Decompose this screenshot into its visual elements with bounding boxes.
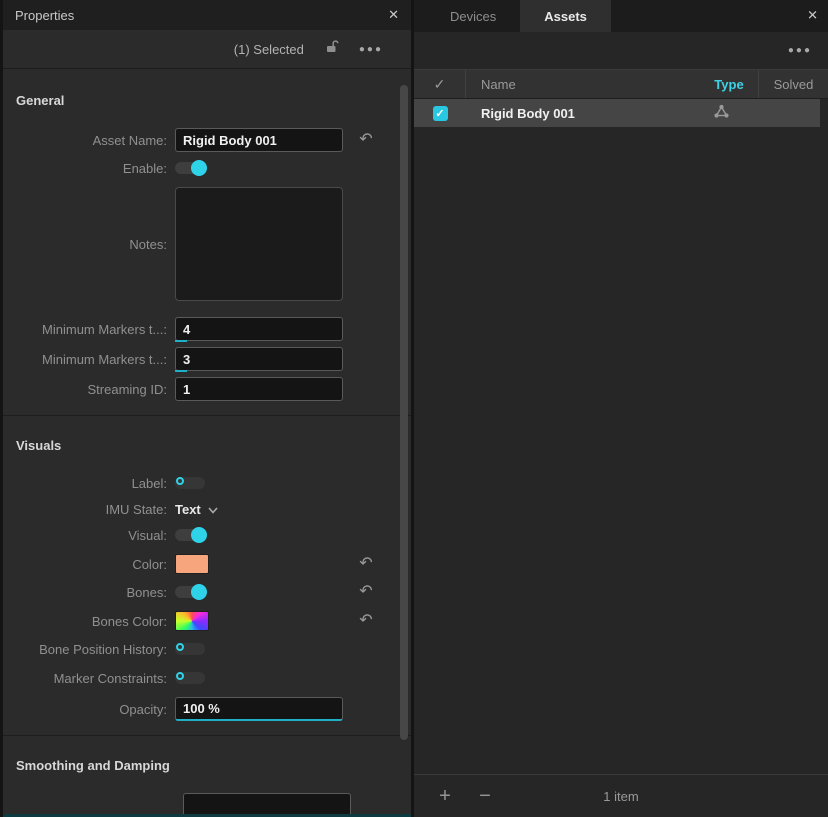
properties-content: General Asset Name: ↶ Enable: Notes: (3, 69, 411, 814)
section-visuals: Visuals (16, 438, 411, 453)
bone-position-history-toggle[interactable] (175, 643, 205, 655)
imu-state-row: IMU State: Text (3, 502, 411, 517)
color-label: Color: (5, 557, 175, 572)
section-smoothing: Smoothing and Damping (16, 758, 411, 773)
toggle-knob (176, 477, 184, 485)
asset-name-row: Asset Name: ↶ (3, 128, 411, 152)
bones-color-row: Bones Color: ↶ (3, 611, 411, 631)
marker-constraints-toggle[interactable] (175, 672, 205, 684)
opacity-label: Opacity: (5, 702, 175, 717)
close-icon[interactable]: ✕ (388, 8, 399, 23)
asset-name-input[interactable] (175, 128, 343, 152)
notes-row: Notes: (3, 187, 411, 301)
label-toggle-label: Label: (5, 476, 175, 491)
min-markers-boot-input[interactable] (175, 317, 343, 341)
min-markers-track-row: Minimum Markers t...: (3, 347, 411, 371)
properties-subheader: (1) Selected ●●● (3, 30, 411, 69)
visual-toggle-label: Visual: (5, 528, 175, 543)
assets-list-empty-area (414, 127, 828, 774)
assets-toolbar: ●●● (414, 32, 828, 69)
bones-row: Bones: ↶ (3, 582, 411, 602)
section-divider (3, 415, 411, 416)
row-checkbox[interactable]: ✓ (433, 106, 448, 121)
smoothing-partial-input[interactable] (183, 793, 351, 814)
visual-row: Visual: (3, 525, 411, 545)
streaming-id-label: Streaming ID: (5, 382, 175, 397)
section-divider (3, 735, 411, 736)
enable-toggle[interactable] (175, 162, 205, 174)
assets-footer: + − 1 item (414, 774, 828, 817)
bone-position-history-row: Bone Position History: (3, 639, 411, 659)
toggle-knob (191, 527, 207, 543)
min-markers-boot-row: Minimum Markers t...: (3, 317, 411, 341)
imu-state-label: IMU State: (5, 502, 175, 517)
marker-constraints-label: Marker Constraints: (5, 671, 175, 686)
imu-state-value: Text (175, 502, 201, 517)
opacity-row: Opacity: (3, 697, 411, 721)
notes-label: Notes: (5, 237, 175, 252)
assets-table-header: ✓ Name Type Solved (414, 69, 828, 99)
undo-icon[interactable]: ↶ (359, 612, 372, 628)
min-markers-track-label: Minimum Markers t...: (5, 352, 175, 367)
toggle-knob (191, 584, 207, 600)
close-icon[interactable]: ✕ (807, 9, 818, 24)
enable-row: Enable: (3, 158, 411, 178)
unlock-icon[interactable] (324, 39, 339, 59)
color-row: Color: ↶ (3, 554, 411, 574)
remove-asset-button[interactable]: − (472, 786, 498, 806)
undo-icon[interactable]: ↶ (359, 583, 372, 599)
bones-color-label: Bones Color: (5, 614, 175, 629)
bones-toggle-label: Bones: (5, 585, 175, 600)
bones-color-swatch[interactable] (175, 611, 209, 631)
properties-titlebar[interactable]: Properties ✕ (3, 0, 411, 30)
scrollbar-thumb[interactable] (400, 85, 408, 740)
table-row[interactable]: ✓ Rigid Body 001 (414, 99, 820, 127)
check-column-header[interactable]: ✓ (414, 70, 466, 98)
undo-icon[interactable]: ↶ (359, 555, 372, 571)
bone-position-history-label: Bone Position History: (5, 642, 175, 657)
color-swatch[interactable] (175, 554, 209, 574)
tab-devices[interactable]: Devices (426, 0, 520, 32)
marker-constraints-row: Marker Constraints: (3, 668, 411, 688)
imu-state-dropdown[interactable]: Text (175, 502, 218, 517)
min-markers-track-input[interactable] (175, 347, 343, 371)
enable-label: Enable: (5, 161, 175, 176)
solved-cell (750, 99, 820, 127)
type-column-header[interactable]: Type (700, 77, 758, 92)
selection-count: (1) Selected (234, 42, 304, 57)
label-toggle[interactable] (175, 477, 205, 489)
toggle-knob (176, 672, 184, 680)
name-column-header[interactable]: Name (466, 77, 700, 92)
visual-toggle[interactable] (175, 529, 205, 541)
opacity-input[interactable] (175, 697, 343, 721)
app-window: Properties ✕ (1) Selected ●●● General As… (0, 0, 828, 817)
notes-textarea[interactable] (175, 187, 343, 301)
overflow-menu-icon[interactable]: ●●● (788, 45, 812, 56)
solved-column-header[interactable]: Solved (758, 70, 828, 98)
section-general: General (16, 93, 411, 108)
bones-toggle[interactable] (175, 586, 205, 598)
assets-tabbar: Devices Assets ✕ (414, 0, 828, 32)
label-row: Label: (3, 473, 411, 493)
asset-name: Rigid Body 001 (466, 106, 692, 121)
rigid-body-icon (692, 104, 750, 122)
asset-name-label: Asset Name: (5, 133, 175, 148)
streaming-id-input[interactable] (175, 377, 343, 401)
properties-panel: Properties ✕ (1) Selected ●●● General As… (3, 0, 411, 817)
tab-assets[interactable]: Assets (520, 0, 611, 32)
undo-icon[interactable]: ↶ (359, 131, 372, 147)
toggle-knob (176, 643, 184, 651)
streaming-id-row: Streaming ID: (3, 377, 411, 401)
panel-title: Properties (15, 8, 74, 23)
assets-panel: Devices Assets ✕ ●●● ✓ Name Type Solved … (414, 0, 828, 817)
toggle-knob (191, 160, 207, 176)
add-asset-button[interactable]: + (432, 786, 458, 806)
min-markers-boot-label: Minimum Markers t...: (5, 322, 175, 337)
chevron-down-icon (208, 502, 218, 517)
overflow-menu-icon[interactable]: ●●● (359, 44, 383, 55)
